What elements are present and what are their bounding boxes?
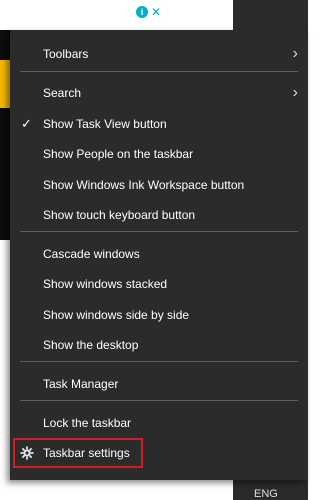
menu-item-search[interactable]: Search › bbox=[10, 80, 308, 106]
menu-item-show-the-desktop[interactable]: Show the desktop bbox=[10, 332, 308, 358]
menu-item-label: Show the desktop bbox=[43, 338, 139, 352]
ad-close-icon[interactable]: ✕ bbox=[150, 6, 162, 18]
taskbar-language-indicator[interactable]: ENG bbox=[254, 488, 278, 500]
ad-controls: i ✕ bbox=[136, 6, 162, 18]
chevron-right-icon: › bbox=[292, 84, 298, 101]
menu-item-label: Show Windows Ink Workspace button bbox=[43, 178, 245, 192]
menu-item-cascade-windows[interactable]: Cascade windows bbox=[10, 241, 308, 267]
menu-item-label: Search bbox=[43, 86, 82, 100]
menu-item-show-task-view-button[interactable]: ✓ Show Task View button bbox=[10, 111, 308, 137]
menu-item-label: Show windows stacked bbox=[43, 277, 168, 291]
menu-item-label: Toolbars bbox=[43, 47, 89, 61]
menu-item-task-manager[interactable]: Task Manager bbox=[10, 371, 308, 397]
menu-item-label: Show windows side by side bbox=[43, 308, 190, 322]
menu-item-label: Show touch keyboard button bbox=[43, 208, 196, 222]
menu-item-label: Cascade windows bbox=[43, 247, 140, 261]
menu-item-show-people[interactable]: Show People on the taskbar bbox=[10, 141, 308, 167]
checkmark-icon: ✓ bbox=[21, 116, 32, 131]
menu-separator bbox=[20, 361, 298, 362]
menu-separator bbox=[20, 71, 298, 72]
menu-item-show-touch-keyboard[interactable]: Show touch keyboard button bbox=[10, 202, 308, 228]
menu-item-show-windows-stacked[interactable]: Show windows stacked bbox=[10, 271, 308, 297]
menu-separator bbox=[20, 231, 298, 232]
chevron-right-icon: › bbox=[292, 45, 298, 62]
menu-item-label: Show Task View button bbox=[43, 117, 167, 131]
menu-item-show-windows-ink[interactable]: Show Windows Ink Workspace button bbox=[10, 172, 308, 198]
menu-item-show-windows-side-by-side[interactable]: Show windows side by side bbox=[10, 302, 308, 328]
taskbar-context-menu: Toolbars › Search › ✓ Show Task View but… bbox=[10, 30, 308, 480]
menu-item-lock-the-taskbar[interactable]: Lock the taskbar bbox=[10, 410, 308, 436]
menu-item-label: Task Manager bbox=[43, 377, 119, 391]
menu-item-label: Show People on the taskbar bbox=[43, 147, 194, 161]
menu-item-toolbars[interactable]: Toolbars › bbox=[10, 41, 308, 67]
highlight-annotation-box bbox=[13, 438, 143, 468]
menu-separator bbox=[20, 400, 298, 401]
menu-item-label: Lock the taskbar bbox=[43, 416, 132, 430]
ad-info-icon[interactable]: i bbox=[136, 6, 148, 18]
